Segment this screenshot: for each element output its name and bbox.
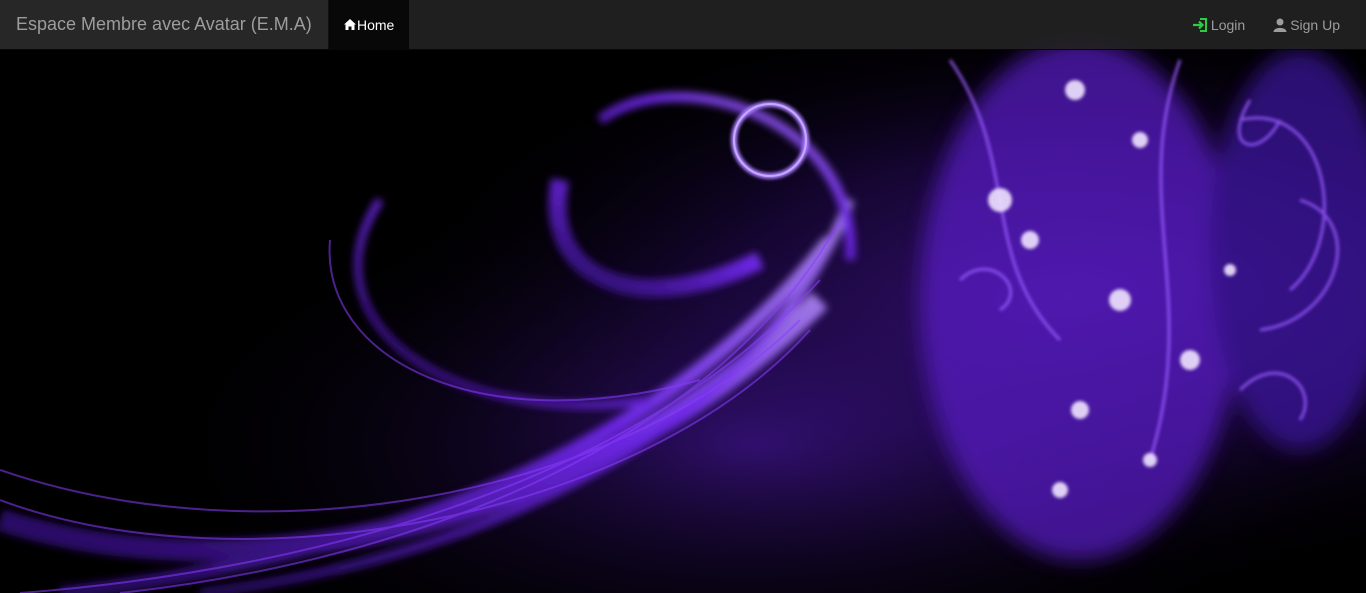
home-icon xyxy=(344,19,356,30)
signup-link[interactable]: Sign Up xyxy=(1259,0,1354,50)
navbar-spacer xyxy=(409,0,1178,49)
top-navbar: Espace Membre avec Avatar (E.M.A) Home L… xyxy=(0,0,1366,50)
nav-home-link[interactable]: Home xyxy=(329,0,410,49)
login-link[interactable]: Login xyxy=(1178,0,1259,50)
signup-label: Sign Up xyxy=(1290,16,1340,33)
nav-home-label: Home xyxy=(357,16,395,33)
page: Espace Membre avec Avatar (E.M.A) Home L… xyxy=(0,0,1366,593)
navbar-brand[interactable]: Espace Membre avec Avatar (E.M.A) xyxy=(0,0,329,49)
login-icon xyxy=(1192,17,1208,32)
navbar-right: Login Sign Up xyxy=(1178,0,1354,49)
user-icon xyxy=(1273,18,1287,32)
login-label: Login xyxy=(1210,16,1246,33)
background-wallpaper xyxy=(0,0,1366,593)
